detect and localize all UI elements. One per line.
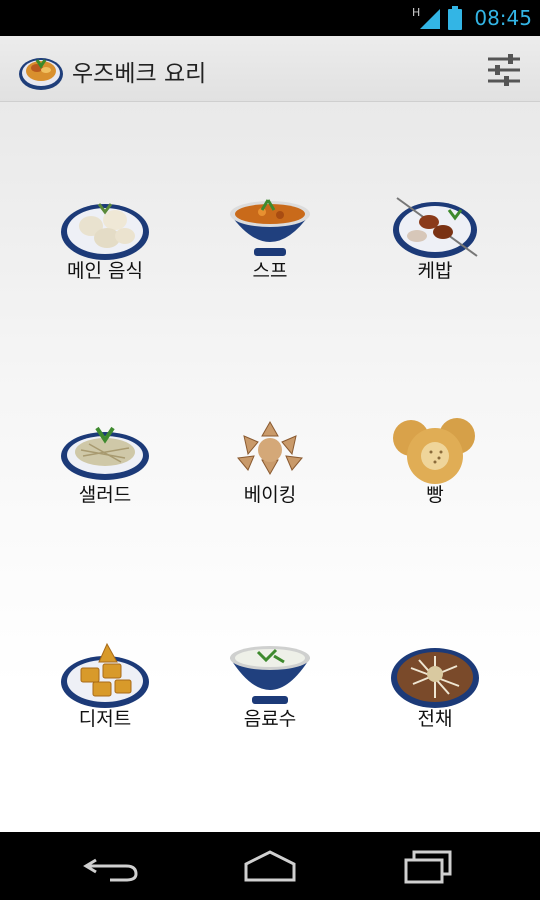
sliders-icon[interactable]	[484, 50, 524, 90]
navigation-bar	[0, 832, 540, 900]
pastries-icon	[237, 420, 303, 476]
salad-plate-icon	[61, 426, 149, 480]
plov-dish-icon[interactable]	[17, 46, 65, 94]
category-dessert[interactable]: 디저트	[45, 638, 165, 768]
app-title: 우즈베크 요리	[72, 61, 207, 87]
soup-bowl-icon	[230, 199, 310, 256]
dessert-plate-icon	[61, 642, 149, 708]
category-label: 베이킹	[243, 484, 297, 506]
category-salad[interactable]: 샐러드	[45, 414, 165, 544]
home-icon[interactable]	[240, 846, 300, 886]
category-drinks[interactable]: 음료수	[210, 638, 330, 768]
category-label: 전채	[417, 708, 453, 730]
signal-icon: H	[412, 6, 441, 29]
category-bread[interactable]: 빵	[375, 414, 495, 544]
recent-apps-icon[interactable]	[398, 846, 458, 886]
category-label: 음료수	[243, 708, 297, 730]
category-baking[interactable]: 베이킹	[210, 414, 330, 544]
category-label: 스프	[252, 260, 288, 282]
back-icon[interactable]	[82, 846, 142, 886]
kebab-plate-icon	[393, 197, 478, 258]
status-icons: H 08:45	[412, 0, 532, 36]
category-label: 케밥	[417, 260, 453, 282]
category-appetizer[interactable]: 전채	[375, 638, 495, 768]
category-label: 빵	[426, 484, 444, 506]
drink-bowl-icon	[230, 646, 310, 704]
category-label: 샐러드	[78, 484, 132, 506]
category-grid: 메인 음식 스프 케밥 샐러드 베이킹 빵 디저트 음료수 전채	[0, 102, 540, 832]
network-type-label: H	[412, 6, 420, 19]
appetizer-plate-icon	[391, 648, 479, 708]
category-kebab[interactable]: 케밥	[375, 190, 495, 320]
battery-icon	[448, 6, 463, 30]
action-bar: 우즈베크 요리	[0, 36, 540, 102]
category-label: 디저트	[78, 708, 132, 730]
category-soup[interactable]: 스프	[210, 190, 330, 320]
category-label: 메인 음식	[67, 260, 143, 282]
bread-icon	[393, 418, 475, 484]
status-bar: H 08:45	[0, 0, 540, 36]
dumplings-plate-icon	[61, 203, 149, 260]
status-time: 08:45	[474, 6, 532, 30]
category-main-dish[interactable]: 메인 음식	[45, 190, 165, 320]
